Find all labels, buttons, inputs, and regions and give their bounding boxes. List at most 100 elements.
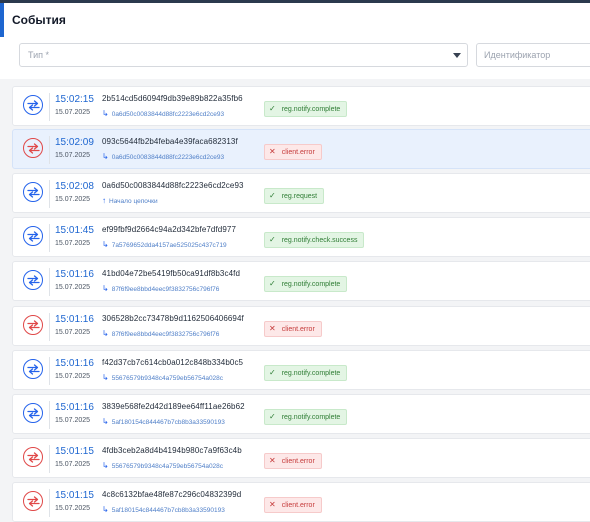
parent-id: Начало цепочки	[109, 198, 158, 205]
status-badge: ✓ reg.notify.complete	[264, 409, 348, 425]
parent-link[interactable]: ↳ 87f6f9ee8bbd4eec9f3832756c796f76	[102, 329, 219, 338]
swap-arrows-error-icon	[23, 491, 43, 511]
parent-link[interactable]: ↳ 5af180154c844467b7cb8b3a33590193	[102, 505, 225, 514]
event-time: 15:02:08	[55, 181, 94, 192]
event-id[interactable]: ef99fbf9d2664c94a2d342bfe7dfd977	[102, 225, 236, 234]
parent-link[interactable]: ↳ 7a5769652dda4157ae525025c437c719	[102, 240, 227, 249]
row-divider	[49, 268, 50, 296]
event-row[interactable]: 15:01:16 15.07.2025 3839e568fe2d42d189ee64…	[12, 394, 590, 434]
swap-arrows-icon	[23, 359, 43, 379]
row-divider	[49, 313, 50, 341]
check-icon: ✓	[269, 412, 276, 421]
status-badge: ✓ reg.notify.complete	[264, 101, 348, 117]
event-time: 15:01:16	[55, 269, 94, 280]
type-select-placeholder: Тип *	[28, 50, 50, 60]
cross-icon: ✕	[269, 500, 276, 509]
event-id[interactable]: 093c5644fb2b4feba4e39faca682313f	[102, 137, 238, 146]
parent-link[interactable]: ↳ 0a6d50c0083844d88fc2223e6cd2ce93	[102, 109, 224, 118]
event-time: 15:01:45	[55, 225, 94, 236]
parent-id: 0a6d50c0083844d88fc2223e6cd2ce93	[111, 154, 225, 161]
event-row[interactable]: 15:02:09 15.07.2025 093c5644fb2b4feba4e39f…	[12, 129, 590, 169]
event-time: 15:01:16	[55, 314, 94, 325]
status-label: reg.request	[281, 193, 318, 200]
parent-id: 5af180154c844467b7cb8b3a33590193	[111, 507, 225, 514]
event-id[interactable]: 4c8c6132bfae48fe87c296c04832399d	[102, 490, 241, 499]
event-row[interactable]: 15:01:16 15.07.2025 306528b2cc73478b9d1162…	[12, 306, 590, 346]
event-id[interactable]: 306528b2cc73478b9d1162506406694f	[102, 314, 244, 323]
event-date: 15.07.2025	[55, 461, 91, 468]
parent-link[interactable]: ↳ 0a6d50c0083844d88fc2223e6cd2ce93	[102, 152, 224, 161]
status-badge: ✕ client.error	[264, 497, 322, 513]
event-id[interactable]: 4fdb3ceb2a8d4b4194b980c7a9f63c4b	[102, 446, 242, 455]
event-row[interactable]: 15:02:15 15.07.2025 2b514cd5d6094f9db39e89…	[12, 86, 590, 126]
parent-link[interactable]: ↳ 5af180154c844467b7cb8b3a33590193	[102, 417, 225, 426]
swap-arrows-error-icon	[23, 447, 43, 467]
reply-arrow-icon: ↳	[102, 461, 109, 470]
identifier-input[interactable]	[476, 43, 590, 67]
event-time: 15:01:16	[55, 358, 94, 369]
parent-id: 0a6d50c0083844d88fc2223e6cd2ce93	[111, 111, 225, 118]
event-time: 15:02:09	[55, 137, 94, 148]
row-divider	[49, 224, 50, 252]
parent-id: 7a5769652dda4157ae525025c437c719	[111, 242, 227, 249]
filters-bar: Тип *	[0, 37, 590, 79]
status-badge: ✓ reg.notify.complete	[264, 365, 348, 381]
reply-arrow-icon: ↳	[102, 109, 109, 118]
parent-id: 55676579b9348c4a759eb56754a028c	[111, 463, 224, 470]
swap-arrows-icon	[23, 270, 43, 290]
cross-icon: ✕	[269, 456, 276, 465]
event-row[interactable]: 15:01:16 15.07.2025 f42d37cb7c614cb0a012c8…	[12, 350, 590, 390]
event-id[interactable]: 0a6d50c0083844d88fc2223e6cd2ce93	[102, 181, 244, 190]
status-label: reg.notify.complete	[281, 370, 341, 377]
parent-link[interactable]: ↳ 55676579b9348c4a759eb56754a028c	[102, 373, 223, 382]
status-label: client.error	[281, 458, 315, 465]
event-id[interactable]: 41bd04e72be5419fb50ca91df8b3c4fd	[102, 269, 240, 278]
event-id[interactable]: f42d37cb7c614cb0a012c848b334b0c5	[102, 358, 243, 367]
status-badge: ✕ client.error	[264, 321, 322, 337]
page-title: События	[12, 13, 66, 27]
parent-link[interactable]: ↳ 87f6f9ee8bbd4eec9f3832756c796f76	[102, 284, 219, 293]
status-label: client.error	[281, 326, 315, 333]
check-icon: ✓	[269, 191, 276, 200]
event-time: 15:01:16	[55, 402, 94, 413]
cross-icon: ✕	[269, 147, 276, 156]
status-label: client.error	[281, 502, 315, 509]
check-icon: ✓	[269, 235, 276, 244]
reply-arrow-icon: ↳	[102, 505, 109, 514]
status-label: client.error	[281, 149, 315, 156]
type-select[interactable]: Тип *	[19, 43, 468, 67]
swap-arrows-icon	[23, 182, 43, 202]
page-header: События	[0, 3, 590, 38]
event-id[interactable]: 2b514cd5d6094f9db39e89b822a35fb6	[102, 94, 243, 103]
parent-id: 55676579b9348c4a759eb56754a028c	[111, 375, 224, 382]
event-row[interactable]: 15:01:45 15.07.2025 ef99fbf9d2664c94a2d342…	[12, 217, 590, 257]
parent-link[interactable]: ↑ Начало цепочки	[102, 196, 158, 205]
event-date: 15.07.2025	[55, 109, 91, 116]
event-row[interactable]: 15:01:16 15.07.2025 41bd04e72be5419fb50ca9…	[12, 261, 590, 301]
reply-arrow-icon: ↳	[102, 152, 109, 161]
row-divider	[49, 401, 50, 429]
parent-id: 87f6f9ee8bbd4eec9f3832756c796f76	[111, 286, 220, 293]
status-label: reg.notify.complete	[281, 106, 341, 113]
parent-id: 87f6f9ee8bbd4eec9f3832756c796f76	[111, 331, 220, 338]
status-badge: ✓ reg.notify.check.success	[264, 232, 365, 248]
status-label: reg.notify.check.success	[281, 237, 358, 244]
event-date: 15.07.2025	[55, 417, 91, 424]
reply-arrow-icon: ↳	[102, 329, 109, 338]
event-time: 15:01:15	[55, 446, 94, 457]
row-divider	[49, 357, 50, 385]
chevron-down-icon[interactable]	[453, 53, 461, 58]
event-time: 15:01:15	[55, 490, 94, 501]
parent-link[interactable]: ↳ 55676579b9348c4a759eb56754a028c	[102, 461, 223, 470]
check-icon: ✓	[269, 279, 276, 288]
event-row[interactable]: 15:02:08 15.07.2025 0a6d50c0083844d88fc222…	[12, 173, 590, 213]
up-arrow-icon: ↑	[102, 196, 106, 205]
event-row[interactable]: 15:01:15 15.07.2025 4c8c6132bfae48fe87c296…	[12, 482, 590, 522]
reply-arrow-icon: ↳	[102, 417, 109, 426]
status-badge: ✕ client.error	[264, 144, 322, 160]
event-id[interactable]: 3839e568fe2d42d189ee64ff11ae26b62	[102, 402, 245, 411]
check-icon: ✓	[269, 104, 276, 113]
row-divider	[49, 489, 50, 517]
event-row[interactable]: 15:01:15 15.07.2025 4fdb3ceb2a8d4b4194b980…	[12, 438, 590, 478]
event-date: 15.07.2025	[55, 284, 91, 291]
